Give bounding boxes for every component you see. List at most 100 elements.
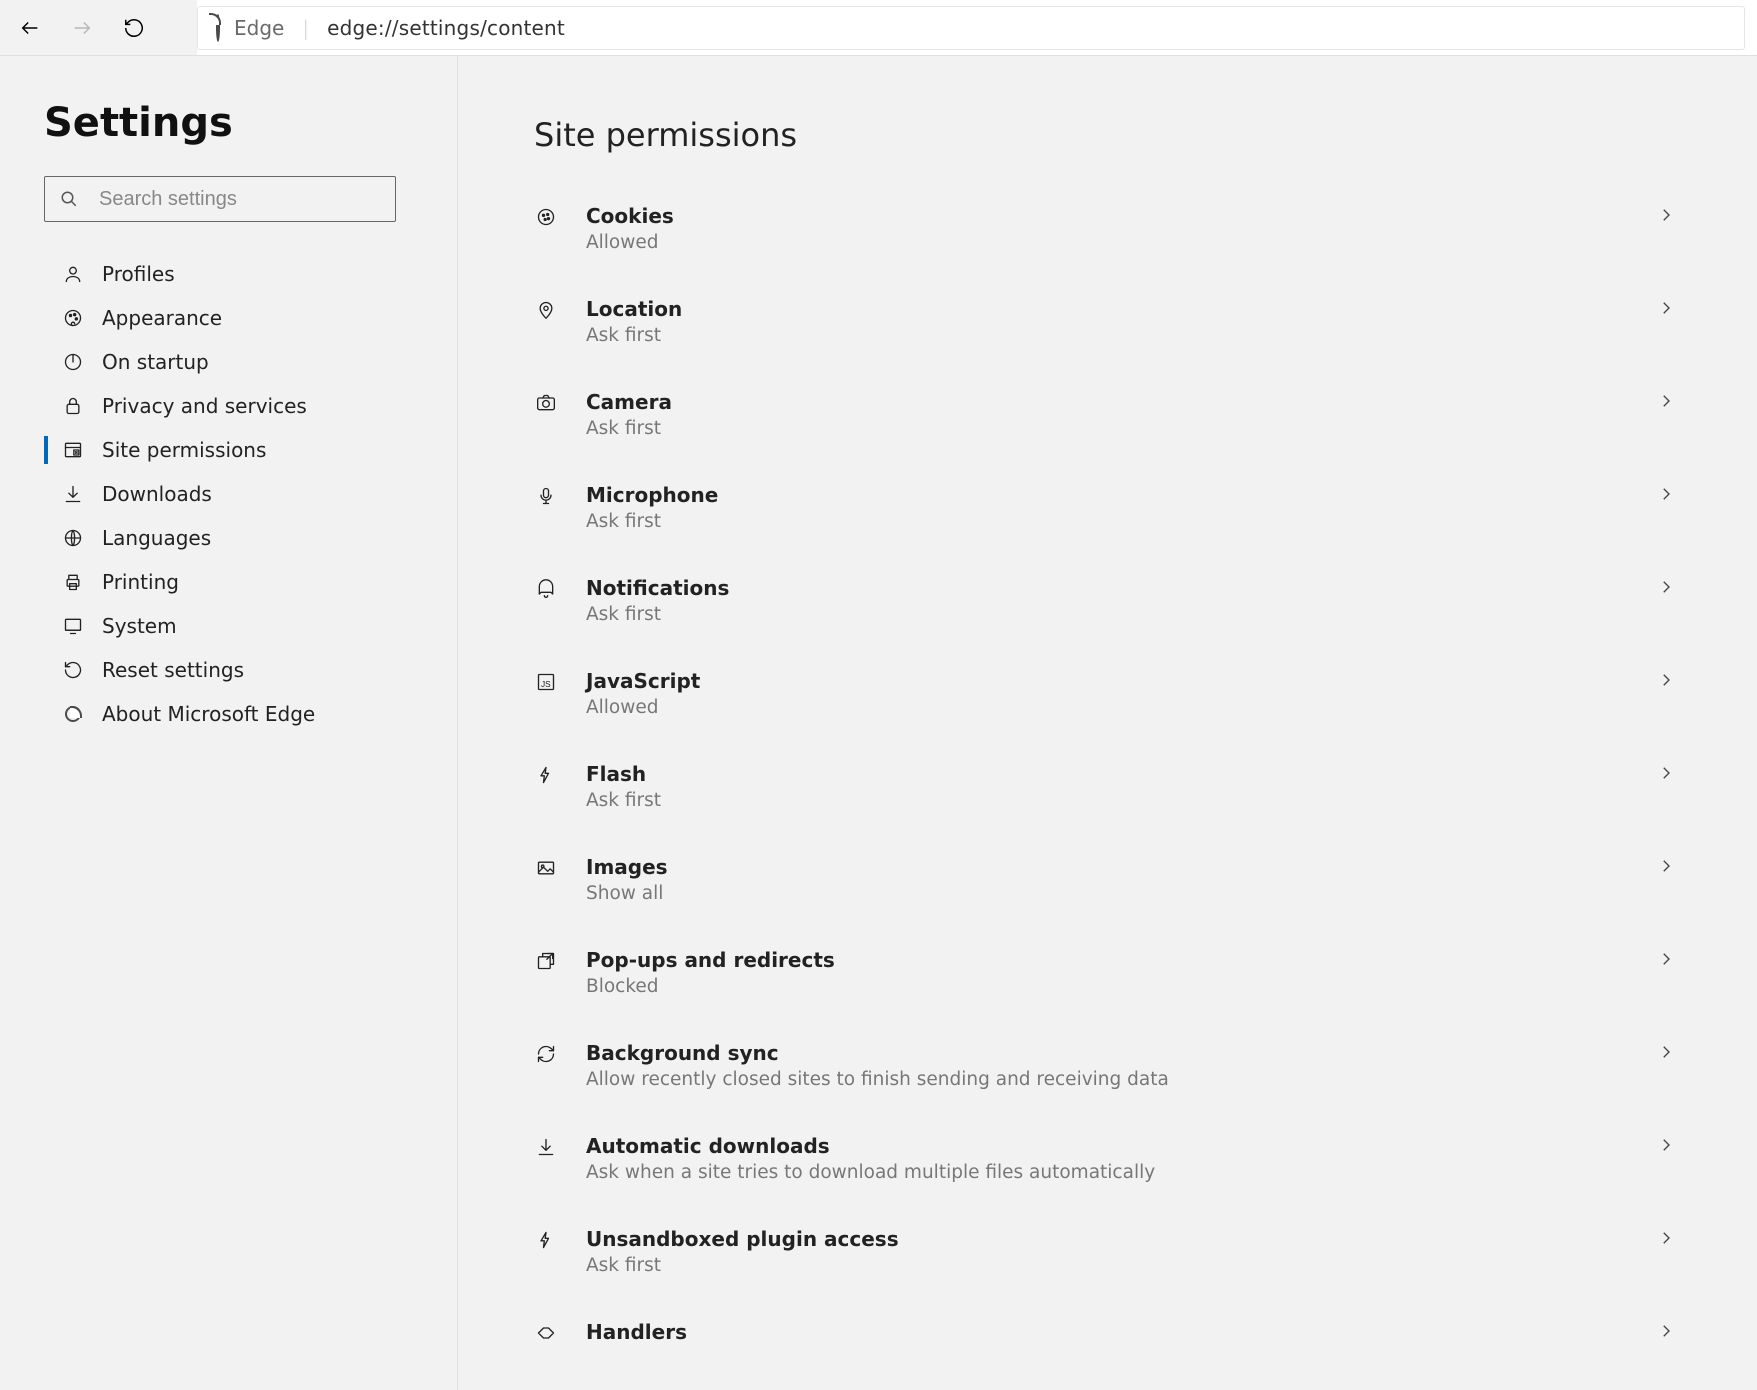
permission-subtitle: Show all — [586, 883, 1629, 904]
sidebar-item-label: System — [102, 614, 177, 638]
permission-title: JavaScript — [586, 669, 1629, 693]
location-icon — [534, 298, 558, 322]
sidebar-item-reset-settings[interactable]: Reset settings — [44, 648, 413, 692]
chevron-right-icon — [1657, 857, 1679, 879]
sidebar-item-label: Appearance — [102, 306, 222, 330]
permission-item-location[interactable]: Location Ask first — [534, 275, 1685, 368]
chevron-right-icon — [1657, 1322, 1679, 1344]
chevron-right-icon — [1657, 485, 1679, 507]
permission-title: Background sync — [586, 1041, 1629, 1065]
downloads-icon — [62, 483, 84, 505]
search-input[interactable] — [44, 176, 396, 222]
forward-button[interactable] — [70, 16, 94, 40]
refresh-button[interactable] — [122, 16, 146, 40]
sidebar-item-system[interactable]: System — [44, 604, 413, 648]
microphone-icon — [534, 484, 558, 508]
permission-item-javascript[interactable]: JSJavaScriptAllowed — [534, 647, 1685, 740]
system-icon — [62, 615, 84, 637]
permission-title: Notifications — [586, 576, 1629, 600]
permission-item-flash[interactable]: Flash Ask first — [534, 740, 1685, 833]
permission-subtitle: Ask when a site tries to download multip… — [586, 1162, 1629, 1183]
search-icon — [60, 190, 78, 208]
flash-icon — [534, 763, 558, 787]
permission-title: Camera — [586, 390, 1629, 414]
svg-text:JS: JS — [541, 679, 551, 689]
sidebar-item-on-startup[interactable]: On startup — [44, 340, 413, 384]
permission-title: Handlers — [586, 1320, 1629, 1344]
sidebar-nav-list: Profiles Appearance On startup Privacy and … — [44, 252, 413, 736]
permission-title: Automatic downloads — [586, 1134, 1629, 1158]
permission-text: Camera Ask first — [586, 390, 1629, 439]
permission-item-microphone[interactable]: MicrophoneAsk first — [534, 461, 1685, 554]
address-url: edge://settings/content — [327, 16, 565, 40]
permission-subtitle: Ask first — [586, 325, 1629, 346]
permission-title: Flash — [586, 762, 1629, 786]
address-bar[interactable]: Edge | edge://settings/content — [197, 6, 1745, 50]
permission-item-images[interactable]: ImagesShow all — [534, 833, 1685, 926]
back-button[interactable] — [18, 16, 42, 40]
autodownload-icon — [534, 1135, 558, 1159]
sidebar-item-appearance[interactable]: Appearance — [44, 296, 413, 340]
chevron-right-icon — [1657, 950, 1679, 972]
chevron-right-icon — [1657, 764, 1679, 786]
sync-icon — [534, 1042, 558, 1066]
plugin-icon — [534, 1228, 558, 1252]
sidebar-item-label: On startup — [102, 350, 209, 374]
chevron-right-icon — [1657, 299, 1679, 321]
sidebar-item-label: Languages — [102, 526, 211, 550]
permission-title: Pop-ups and redirects — [586, 948, 1629, 972]
permission-item-handlers[interactable]: Handlers — [534, 1298, 1685, 1367]
sidebar-item-privacy-and-services[interactable]: Privacy and services — [44, 384, 413, 428]
permission-title: Unsandboxed plugin access — [586, 1227, 1629, 1251]
permission-text: Handlers — [586, 1320, 1629, 1344]
chevron-right-icon — [1657, 206, 1679, 228]
sidebar-item-profiles[interactable]: Profiles — [44, 252, 413, 296]
chevron-right-icon — [1657, 1043, 1679, 1065]
permission-item-background-sync[interactable]: Background sync Allow recently closed sit… — [534, 1019, 1685, 1112]
reset-icon — [62, 659, 84, 681]
permission-item-camera[interactable]: Camera Ask first — [534, 368, 1685, 461]
notifications-icon — [534, 577, 558, 601]
permission-text: Unsandboxed plugin access Ask first — [586, 1227, 1629, 1276]
sidebar-item-label: Profiles — [102, 262, 175, 286]
sidebar-item-label: Privacy and services — [102, 394, 307, 418]
sidebar-item-printing[interactable]: Printing — [44, 560, 413, 604]
sidebar-item-site-permissions[interactable]: Site permissions — [44, 428, 413, 472]
permission-item-notifications[interactable]: Notifications Ask first — [534, 554, 1685, 647]
nav-controls — [0, 0, 197, 55]
page-title: Site permissions — [534, 116, 1685, 154]
permission-title: Location — [586, 297, 1629, 321]
permission-subtitle: Ask first — [586, 511, 1629, 532]
permission-item-pop-ups-and-redirects[interactable]: Pop-ups and redirects Blocked — [534, 926, 1685, 1019]
sidebar-item-label: Downloads — [102, 482, 212, 506]
sidebar-item-label: About Microsoft Edge — [102, 702, 315, 726]
main-content: Site permissions CookiesAllowed Location A… — [458, 56, 1757, 1390]
popups-icon — [534, 949, 558, 973]
permission-text: Notifications Ask first — [586, 576, 1629, 625]
settings-title: Settings — [44, 100, 413, 146]
camera-icon — [534, 391, 558, 415]
permission-subtitle: Ask first — [586, 1255, 1629, 1276]
permission-text: ImagesShow all — [586, 855, 1629, 904]
javascript-icon: JS — [534, 670, 558, 694]
permission-text: Flash Ask first — [586, 762, 1629, 811]
sidebar-item-languages[interactable]: Languages — [44, 516, 413, 560]
permission-item-unsandboxed-plugin-access[interactable]: Unsandboxed plugin access Ask first — [534, 1205, 1685, 1298]
permission-item-automatic-downloads[interactable]: Automatic downloads Ask when a site tries… — [534, 1112, 1685, 1205]
permissions-list: CookiesAllowed Location Ask first Camera Ask… — [534, 190, 1685, 1367]
profiles-icon — [62, 263, 84, 285]
chevron-right-icon — [1657, 1229, 1679, 1251]
permission-item-cookies[interactable]: CookiesAllowed — [534, 190, 1685, 275]
sidebar-item-about-microsoft-edge[interactable]: About Microsoft Edge — [44, 692, 413, 736]
images-icon — [534, 856, 558, 880]
address-separator: | — [302, 16, 309, 40]
sidebar-item-label: Printing — [102, 570, 179, 594]
permission-subtitle: Ask first — [586, 790, 1629, 811]
sidebar-item-downloads[interactable]: Downloads — [44, 472, 413, 516]
permission-subtitle: Allow recently closed sites to finish se… — [586, 1069, 1629, 1090]
permission-subtitle: Ask first — [586, 604, 1629, 625]
permission-text: Background sync Allow recently closed sit… — [586, 1041, 1629, 1090]
permission-subtitle: Ask first — [586, 418, 1629, 439]
permission-text: Location Ask first — [586, 297, 1629, 346]
permission-subtitle: Blocked — [586, 976, 1629, 997]
